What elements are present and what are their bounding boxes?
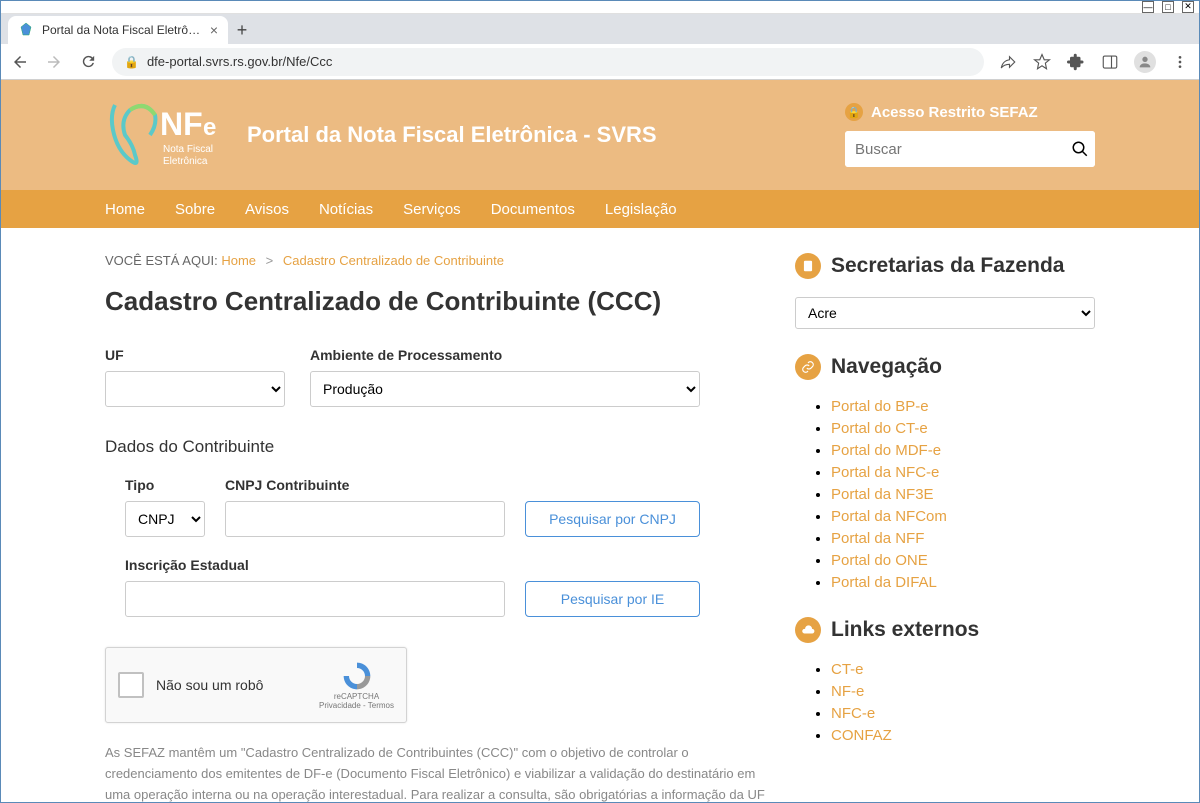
window-close[interactable]: ✕ [1182,1,1194,13]
window-maximize[interactable]: □ [1162,1,1174,13]
search-box [845,131,1095,167]
secretarias-select[interactable]: Acre [795,297,1095,329]
ext-link[interactable]: NFC-e [831,705,875,722]
ambiente-label: Ambiente de Processamento [310,347,700,363]
back-button[interactable] [10,52,30,72]
links-externos-heading: Links externos [831,618,979,642]
new-tab-button[interactable]: + [228,16,256,44]
recaptcha-label: Não sou um robô [156,677,319,693]
uf-label: UF [105,347,285,363]
nav-item-home[interactable]: Home [105,201,145,218]
cnpj-label: CNPJ Contribuinte [225,477,505,493]
pesquisar-cnpj-button[interactable]: Pesquisar por CNPJ [525,501,700,537]
ie-label: Inscrição Estadual [125,557,505,573]
nav-link[interactable]: Portal da DIFAL [831,574,937,591]
nav-item-legislação[interactable]: Legislação [605,201,677,218]
profile-avatar[interactable] [1134,51,1156,73]
nav-item-documentos[interactable]: Documentos [491,201,575,218]
tab-close-icon[interactable]: × [210,22,218,38]
tipo-label: Tipo [125,477,205,493]
favicon-icon [18,22,34,38]
bookmark-icon[interactable] [1032,52,1052,72]
address-bar[interactable]: 🔒 dfe-portal.svrs.rs.gov.br/Nfe/Ccc [112,48,984,76]
link-icon [795,354,821,380]
cloud-icon [795,617,821,643]
window-minimize[interactable]: — [1142,1,1154,13]
browser-tab[interactable]: Portal da Nota Fiscal Eletrônica - SV × [8,16,228,44]
document-icon [795,253,821,279]
breadcrumb-current[interactable]: Cadastro Centralizado de Contribuinte [283,253,504,268]
search-button[interactable] [1064,131,1095,167]
nav-link[interactable]: Portal do CT-e [831,420,928,437]
restricted-access-link[interactable]: 🔒 Acesso Restrito SEFAZ [845,103,1038,121]
nav-link[interactable]: Portal do MDF-e [831,442,941,459]
svg-text:Nota Fiscal: Nota Fiscal [163,144,213,155]
pesquisar-ie-button[interactable]: Pesquisar por IE [525,581,700,617]
recaptcha-widget: Não sou um robô reCAPTCHA Privacidade - … [105,647,407,723]
uf-select[interactable] [105,371,285,407]
sidepanel-icon[interactable] [1100,52,1120,72]
breadcrumb: VOCÊ ESTÁ AQUI: Home > Cadastro Centrali… [105,253,765,268]
recaptcha-badge: reCAPTCHA Privacidade - Termos [319,660,394,710]
tab-title: Portal da Nota Fiscal Eletrônica - SV [42,23,202,37]
ambiente-select[interactable]: Produção [310,371,700,407]
main-nav: Home Sobre Avisos Notícias Serviços Documento… [1,190,1199,228]
nav-link[interactable]: Portal da NFCom [831,508,947,525]
ext-link[interactable]: CT-e [831,661,864,678]
svg-text:e: e [203,114,216,141]
nav-item-serviços[interactable]: Serviços [403,201,461,218]
cnpj-input[interactable] [225,501,505,537]
tipo-select[interactable]: CNPJ [125,501,205,537]
lock-badge-icon: 🔒 [845,103,863,121]
nav-link[interactable]: Portal da NFF [831,530,924,547]
info-text: As SEFAZ mantêm um "Cadastro Centralizad… [105,743,765,802]
breadcrumb-home[interactable]: Home [221,253,256,268]
forward-button[interactable] [44,52,64,72]
reload-button[interactable] [78,52,98,72]
menu-icon[interactable] [1170,52,1190,72]
ext-link[interactable]: CONFAZ [831,727,892,744]
secretarias-heading: Secretarias da Fazenda [831,254,1064,278]
navegacao-heading: Navegação [831,355,942,379]
url-text: dfe-portal.svrs.rs.gov.br/Nfe/Ccc [147,54,332,69]
nav-link[interactable]: Portal da NF3E [831,486,934,503]
nav-item-sobre[interactable]: Sobre [175,201,215,218]
nav-link[interactable]: Portal do BP-e [831,398,929,415]
nfe-logo: NF e Nota Fiscal Eletrônica [105,90,235,180]
ie-input[interactable] [125,581,505,617]
site-header: NF e Nota Fiscal Eletrônica Portal da No… [1,80,1199,190]
share-icon[interactable] [998,52,1018,72]
nav-link[interactable]: Portal da NFC-e [831,464,939,481]
extensions-icon[interactable] [1066,52,1086,72]
page-title: Cadastro Centralizado de Contribuinte (C… [105,286,765,317]
ext-link[interactable]: NF-e [831,683,864,700]
site-title: Portal da Nota Fiscal Eletrônica - SVRS [247,122,657,148]
recaptcha-checkbox[interactable] [118,672,144,698]
svg-text:NF: NF [160,106,203,142]
nav-link[interactable]: Portal do ONE [831,552,928,569]
dados-heading: Dados do Contribuinte [105,437,765,457]
nav-item-notícias[interactable]: Notícias [319,201,373,218]
svg-text:Eletrônica: Eletrônica [163,156,208,167]
lock-icon: 🔒 [124,55,139,69]
search-input[interactable] [845,131,1064,167]
nav-item-avisos[interactable]: Avisos [245,201,289,218]
